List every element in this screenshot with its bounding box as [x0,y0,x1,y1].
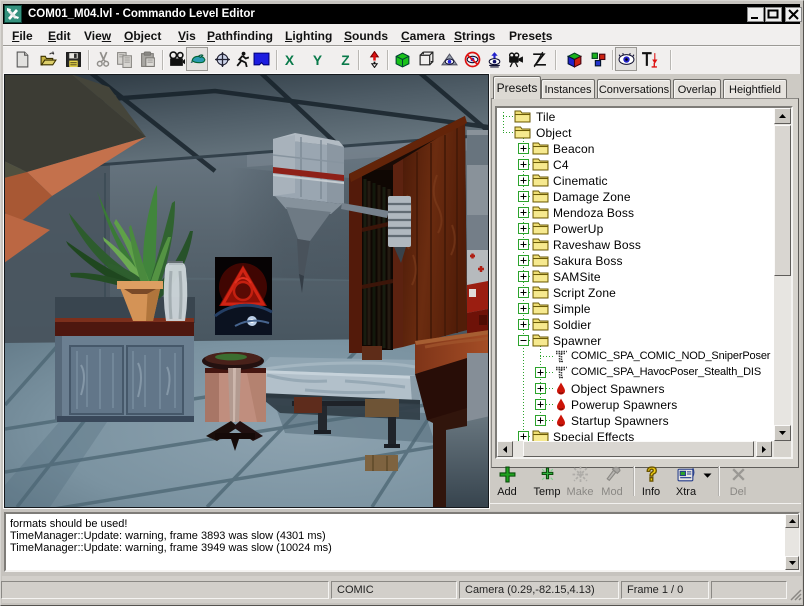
svg-text:X: X [285,52,295,68]
svg-text:Y: Y [313,52,322,68]
svg-text:Z: Z [341,52,350,68]
